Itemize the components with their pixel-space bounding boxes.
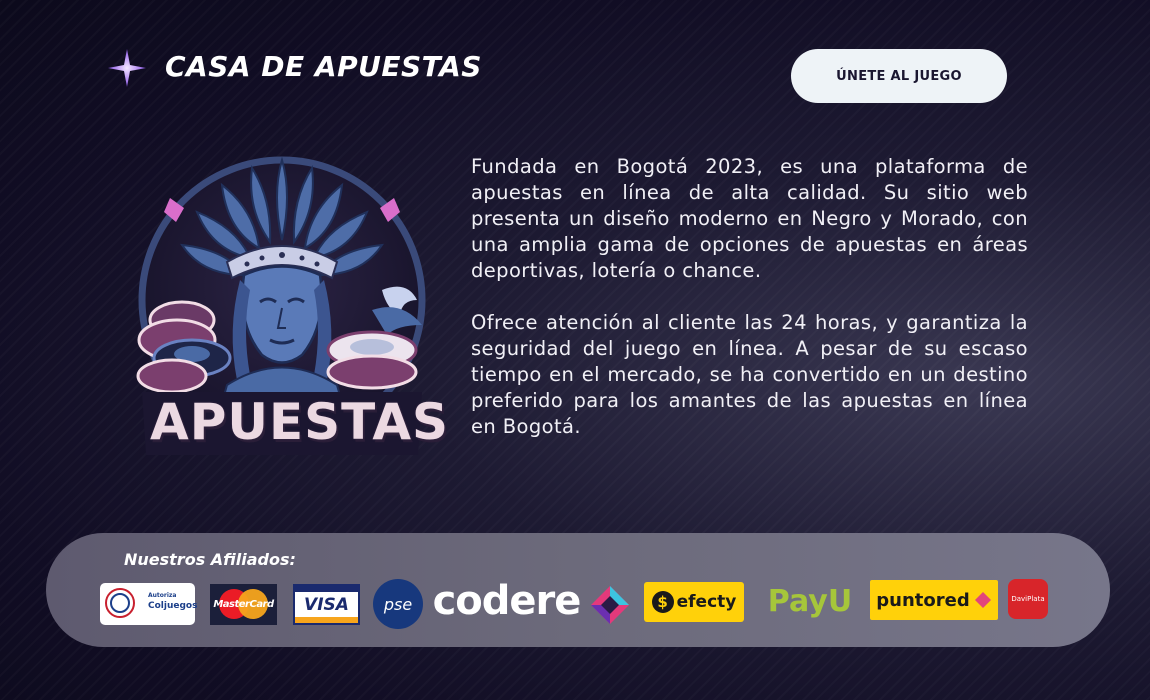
page-title: CASA DE APUESTAS [165, 50, 482, 83]
partner-coljuegos-logo: Autoriza Coljuegos [100, 583, 198, 625]
partner-payu-logo: PayU [764, 578, 856, 624]
partner-diamond-icon [591, 586, 629, 624]
efecty-label: efecty [676, 592, 737, 612]
puntored-label: puntored [876, 589, 970, 611]
description-paragraph-2: Ofrece atención al cliente las 24 horas,… [471, 311, 1028, 438]
dollar-icon: $ [651, 591, 674, 613]
sparkle-icon [108, 49, 146, 87]
partner-daviplata-logo: DaviPlata [1008, 579, 1048, 619]
description-paragraph-1: Fundada en Bogotá 2023, es una plataform… [471, 155, 1028, 282]
partner-puntored-logo: puntored [870, 580, 998, 620]
about-description: Fundada en Bogotá 2023, es una plataform… [471, 154, 1028, 466]
mastercard-label: MasterCard [213, 599, 274, 610]
logo-wordmark: APUESTAS [150, 393, 450, 451]
partner-mastercard-logo: MasterCard [210, 584, 277, 625]
pse-label: pse [383, 594, 413, 614]
partner-codere-logo: codere [432, 578, 582, 624]
puntored-diamond-icon [974, 592, 991, 608]
partner-pse-logo: pse [373, 579, 423, 629]
payu-label: PayU [767, 583, 853, 619]
coljuegos-label: Coljuegos [148, 601, 198, 611]
partner-visa-logo: VISA [293, 584, 360, 625]
daviplata-label: DaviPlata [1011, 595, 1045, 603]
join-game-button[interactable]: ÚNETE AL JUEGO [791, 49, 1007, 103]
codere-label: codere [432, 578, 582, 624]
visa-label: VISA [304, 594, 349, 615]
coljuegos-top-label: Autoriza [148, 592, 177, 599]
affiliates-title: Nuestros Afiliados: [124, 550, 296, 569]
partner-efecty-logo: $ efecty [644, 582, 744, 622]
